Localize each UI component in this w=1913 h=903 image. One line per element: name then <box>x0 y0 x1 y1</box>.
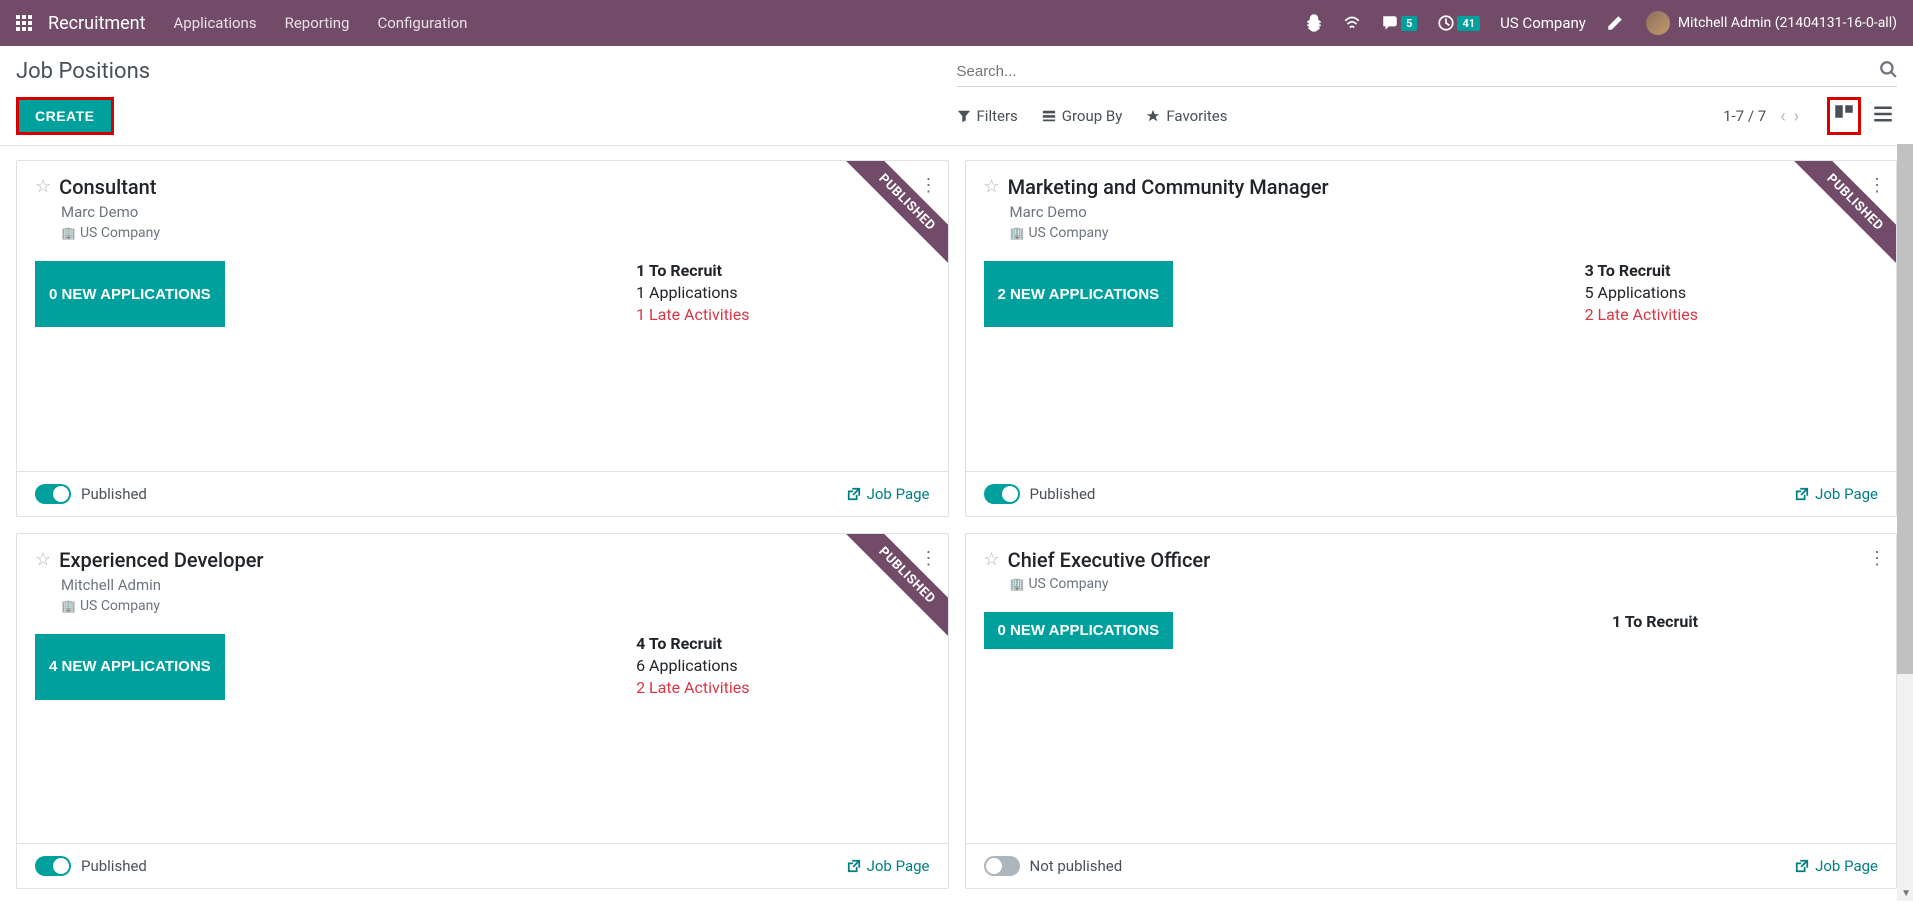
star-icon[interactable]: ☆ <box>984 548 1000 571</box>
job-manager: Marc Demo <box>61 203 930 221</box>
job-company: 🏢 US Company <box>1010 225 1879 241</box>
applications-stat: 6 Applications <box>636 656 749 675</box>
job-company: 🏢 US Company <box>1010 576 1879 592</box>
kanban-view: PUBLISHED ⋮ ☆ Consultant Marc Demo 🏢 US … <box>0 146 1913 903</box>
building-icon: 🏢 <box>1010 226 1025 240</box>
to-recruit-stat: 1 To Recruit <box>1612 612 1698 631</box>
avatar <box>1646 11 1670 35</box>
kanban-view-button[interactable] <box>1827 97 1861 135</box>
search-box[interactable] <box>957 56 1898 87</box>
late-activities-stat: 1 Late Activities <box>636 305 749 324</box>
search-input[interactable] <box>957 63 1872 80</box>
chat-icon[interactable]: 5 <box>1381 14 1417 32</box>
job-manager: Mitchell Admin <box>61 576 930 594</box>
building-icon: 🏢 <box>61 599 76 613</box>
menu-configuration[interactable]: Configuration <box>377 14 467 32</box>
publish-label: Published <box>81 485 147 503</box>
card-menu-icon[interactable]: ⋮ <box>1868 175 1886 196</box>
page-title: Job Positions <box>16 59 957 84</box>
favorites-button[interactable]: Favorites <box>1146 107 1227 125</box>
job-page-link[interactable]: Job Page <box>847 857 930 875</box>
user-name: Mitchell Admin (21404131-16-0-all) <box>1678 15 1897 31</box>
job-card[interactable]: ⋮ ☆ Chief Executive Officer 🏢 US Company… <box>965 533 1898 890</box>
publish-toggle[interactable] <box>35 484 71 504</box>
job-page-link[interactable]: Job Page <box>847 485 930 503</box>
user-menu[interactable]: Mitchell Admin (21404131-16-0-all) <box>1646 11 1897 35</box>
applications-stat: 5 Applications <box>1585 283 1698 302</box>
job-card[interactable]: PUBLISHED ⋮ ☆ Experienced Developer Mitc… <box>16 533 949 890</box>
publish-toggle[interactable] <box>984 856 1020 876</box>
publish-label: Not published <box>1030 857 1123 875</box>
scrollbar-thumb[interactable] <box>1897 144 1913 674</box>
job-title: Experienced Developer <box>59 548 263 572</box>
to-recruit-stat: 3 To Recruit <box>1585 261 1698 280</box>
job-page-link[interactable]: Job Page <box>1795 857 1878 875</box>
menu-reporting[interactable]: Reporting <box>285 14 350 32</box>
brand[interactable]: Recruitment <box>48 13 146 34</box>
new-applications-button[interactable]: 4 NEW APPLICATIONS <box>35 634 225 700</box>
publish-label: Published <box>1030 485 1096 503</box>
control-panel: Job Positions CREATE Filters Group By Fa… <box>0 46 1913 146</box>
apps-icon[interactable] <box>16 15 32 31</box>
job-company: 🏢 US Company <box>61 225 930 241</box>
scrollbar-down-icon[interactable]: ▼ <box>1901 888 1911 899</box>
company-selector[interactable]: US Company <box>1500 14 1586 32</box>
job-page-link[interactable]: Job Page <box>1795 485 1878 503</box>
to-recruit-stat: 1 To Recruit <box>636 261 749 280</box>
search-icon[interactable] <box>1879 60 1897 82</box>
late-activities-stat: 2 Late Activities <box>1585 305 1698 324</box>
publish-label: Published <box>81 857 147 875</box>
card-menu-icon[interactable]: ⋮ <box>920 548 938 569</box>
pager-prev-icon[interactable]: ‹ <box>1780 106 1785 127</box>
list-view-button[interactable] <box>1869 100 1897 132</box>
star-icon[interactable]: ☆ <box>35 175 51 198</box>
job-card[interactable]: PUBLISHED ⋮ ☆ Marketing and Community Ma… <box>965 160 1898 517</box>
new-applications-button[interactable]: 2 NEW APPLICATIONS <box>984 261 1174 327</box>
groupby-button[interactable]: Group By <box>1042 107 1123 125</box>
view-switcher <box>1827 97 1897 135</box>
pager-next-icon[interactable]: › <box>1794 106 1799 127</box>
job-title: Marketing and Community Manager <box>1008 175 1329 199</box>
new-applications-button[interactable]: 0 NEW APPLICATIONS <box>984 612 1174 649</box>
card-menu-icon[interactable]: ⋮ <box>1868 548 1886 569</box>
pager: 1-7 / 7 ‹ › <box>1723 106 1803 127</box>
new-applications-button[interactable]: 0 NEW APPLICATIONS <box>35 261 225 327</box>
chat-badge: 5 <box>1401 16 1417 31</box>
clock-icon[interactable]: 41 <box>1437 14 1480 32</box>
job-title: Chief Executive Officer <box>1008 548 1211 572</box>
job-card[interactable]: PUBLISHED ⋮ ☆ Consultant Marc Demo 🏢 US … <box>16 160 949 517</box>
star-icon[interactable]: ☆ <box>984 175 1000 198</box>
to-recruit-stat: 4 To Recruit <box>636 634 749 653</box>
building-icon: 🏢 <box>61 226 76 240</box>
create-button[interactable]: CREATE <box>16 97 114 135</box>
publish-toggle[interactable] <box>35 856 71 876</box>
clock-badge: 41 <box>1457 16 1480 31</box>
wifi-icon[interactable] <box>1343 14 1361 32</box>
job-manager: Marc Demo <box>1010 203 1879 221</box>
navbar: Recruitment Applications Reporting Confi… <box>0 0 1913 46</box>
job-title: Consultant <box>59 175 156 199</box>
card-menu-icon[interactable]: ⋮ <box>920 175 938 196</box>
menu-applications[interactable]: Applications <box>174 14 257 32</box>
star-icon[interactable]: ☆ <box>35 548 51 571</box>
building-icon: 🏢 <box>1010 577 1025 591</box>
job-company: 🏢 US Company <box>61 598 930 614</box>
late-activities-stat: 2 Late Activities <box>636 678 749 697</box>
applications-stat: 1 Applications <box>636 283 749 302</box>
pager-text[interactable]: 1-7 / 7 <box>1723 107 1766 125</box>
bug-icon[interactable] <box>1305 14 1323 32</box>
filters-button[interactable]: Filters <box>957 107 1018 125</box>
scrollbar[interactable]: ▼ <box>1897 144 1913 901</box>
tools-icon[interactable] <box>1606 14 1624 32</box>
publish-toggle[interactable] <box>984 484 1020 504</box>
